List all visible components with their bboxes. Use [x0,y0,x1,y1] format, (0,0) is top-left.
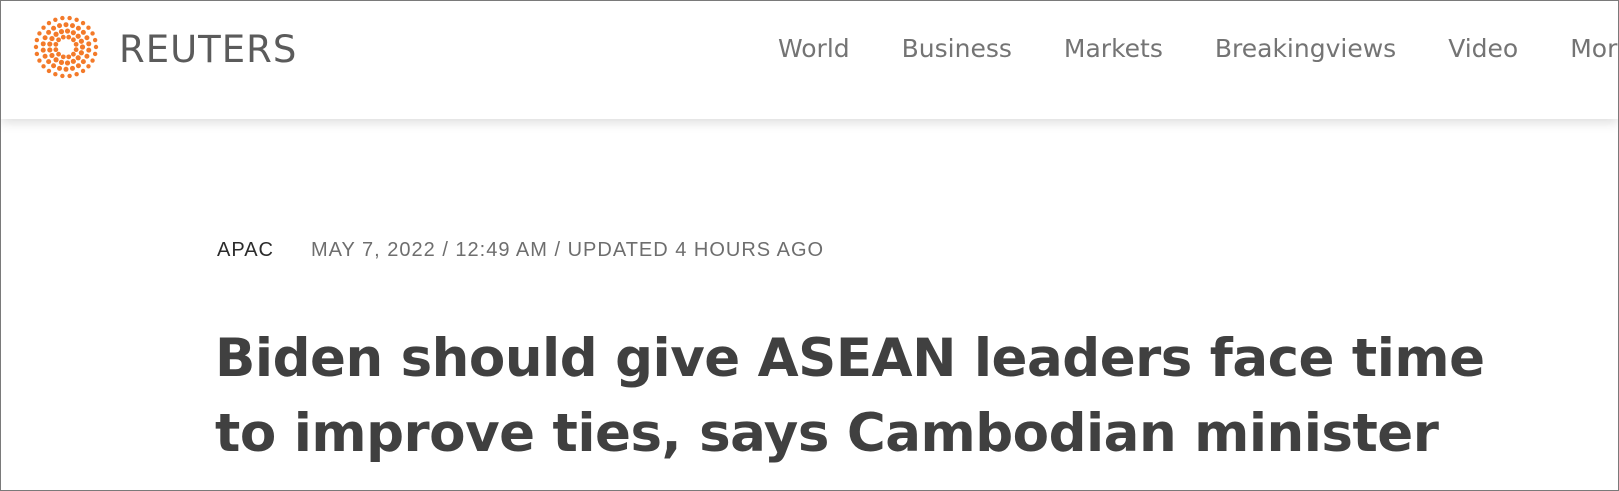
logo-dot [78,38,84,44]
logo-dot [66,54,72,60]
logo-dot [53,72,58,77]
logo-dot [79,44,86,50]
logo-dot [73,41,79,47]
logo-dot [49,52,55,59]
logo-dot [34,51,40,57]
logo-dot [69,65,75,71]
logo-dot [34,37,40,43]
logo-dot [51,25,57,31]
logo-dot [57,65,63,71]
logo-dot [71,51,76,57]
logo-dot [74,17,79,22]
logo-dot [46,29,52,35]
logo-dot [53,31,59,37]
logo-dot [53,41,59,47]
logo-dot [60,54,66,60]
nav-item-business[interactable]: Business [902,31,1012,67]
brand-wordmark: REUTERS [119,27,298,71]
article-dateline: MAY 7, 2022 / 12:49 AM / UPDATED 4 HOURS… [310,239,825,261]
logo-dot [57,23,63,29]
logo-dot [75,33,81,39]
logo-dot [80,59,86,65]
logo-dot [86,25,91,30]
logo-dot [92,37,98,43]
main-nav: World Business Markets Breakingviews Vid… [778,31,1618,67]
logo-dot [67,73,72,79]
logo-dot [64,28,71,34]
logo-dot [60,34,66,40]
logo-dot [42,53,48,59]
logo-dot [80,29,86,35]
nav-item-markets[interactable]: Markets [1064,31,1163,67]
logo-dot [86,64,91,69]
reuters-dot-ring-icon [33,15,99,79]
logo-dot [63,22,69,28]
logo-dot [60,15,65,21]
logo-dot [80,20,86,26]
logo-dot [53,17,58,22]
logo-dot [93,44,99,50]
logo-dot [41,64,46,69]
nav-item-more[interactable]: More [1570,31,1618,67]
logo-dot [80,68,86,74]
logo-dot [84,53,90,59]
logo-dot [41,25,46,30]
logo-dot [47,41,53,47]
logo-dot [84,35,90,41]
logo-dot [86,41,92,47]
nav-item-breakingviews[interactable]: Breakingviews [1215,31,1396,67]
logo-dot [46,68,52,74]
logo-dot [40,47,46,53]
logo-dot [70,30,76,36]
reuters-logo-link[interactable]: REUTERS [31,13,297,81]
logo-dot [92,51,98,57]
logo-dot [75,55,81,61]
logo-dot [90,31,95,36]
logo-dot [69,23,75,29]
logo-dot [53,57,59,63]
article-meta: APAC MAY 7, 2022 / 12:49 AM / UPDATED 4 … [217,239,824,262]
logo-dot [60,73,65,79]
logo-dot [90,58,95,63]
logo-dot [46,59,52,65]
logo-dot [67,15,72,21]
logo-dot [71,37,76,43]
logo-dot [74,72,79,77]
site-header: REUTERS World Business Markets Breakingv… [1,1,1618,119]
logo-dot [70,58,76,64]
logo-dot [73,47,79,53]
section-tag-link[interactable]: APAC [217,239,274,262]
logo-dot [75,63,81,69]
logo-dot [78,50,84,56]
logo-dot [56,37,61,43]
logo-dot [33,44,39,50]
logo-dot [49,35,55,42]
logo-dot [58,29,65,35]
logo-dot [40,41,46,47]
logo-dot [46,20,52,26]
nav-item-video[interactable]: Video [1448,31,1518,67]
logo-dot [58,59,65,65]
logo-dot [66,34,72,40]
logo-dot [42,35,48,41]
logo-dot [37,58,42,63]
nav-item-world[interactable]: World [778,31,850,67]
logo-dot [63,66,69,72]
logo-dot [47,47,53,53]
logo-dot [64,60,71,66]
logo-dot [37,31,42,36]
logo-dot [51,63,57,69]
browser-viewport: REUTERS World Business Markets Breakingv… [0,0,1619,491]
logo-dot [75,25,81,31]
logo-dot [56,51,61,57]
logo-dot [86,47,92,53]
logo-dot [53,47,59,53]
article-headline: Biden should give ASEAN leaders face tim… [215,328,1485,464]
